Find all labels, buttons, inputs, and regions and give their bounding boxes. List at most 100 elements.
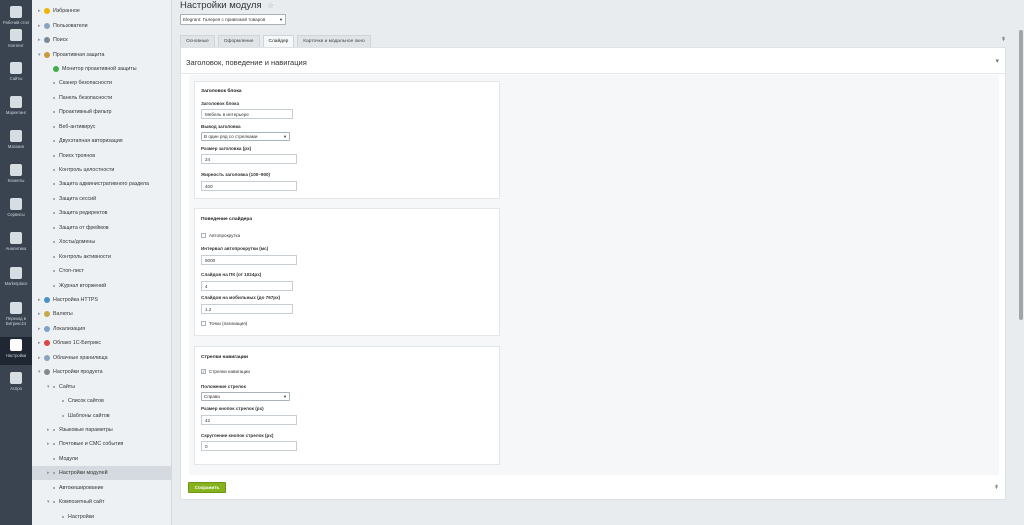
arrow-size-input[interactable]: 42 — [201, 415, 297, 425]
menu-item[interactable]: Сканер безопасности — [32, 76, 171, 90]
menu-item-label: Двухэтапная авторизация — [59, 138, 123, 145]
tab-appearance[interactable]: Оформление — [217, 35, 260, 47]
rail-item-2[interactable]: Сайты — [0, 60, 32, 86]
slides-pc-input[interactable]: 4 — [201, 281, 293, 291]
heading-size-input[interactable]: 24 — [201, 154, 297, 164]
heading-weight-input[interactable]: 400 — [201, 181, 297, 191]
main-content: Настройки модуля ☆ Elegrant: Галерея с п… — [172, 0, 1012, 525]
menu-item[interactable]: ▸ Языковые параметры — [32, 423, 171, 437]
menu-item[interactable]: ▸ Поиск — [32, 33, 171, 47]
menu-item-label: Проактивный фильтр — [59, 109, 112, 116]
menu-item[interactable]: Хосты/домены — [32, 235, 171, 249]
module-select[interactable]: Elegrant: Галерея с привязкой товаров ▼ — [180, 14, 286, 25]
bullet-icon — [53, 241, 55, 244]
nav-arrows-checkbox[interactable]: ✓ Стрелки навигации — [201, 369, 250, 374]
menu-item[interactable]: Веб-антивирус — [32, 120, 171, 134]
rail-item-label: Клиенты — [7, 178, 25, 183]
page-scrollbar[interactable] — [1018, 0, 1024, 525]
menu-item[interactable]: Монитор проактивной защиты — [32, 62, 171, 76]
menu-item-label: Настройки продукта — [53, 369, 103, 376]
rail-item-label: Магазин — [7, 144, 25, 149]
menu-item[interactable]: Журнал вторжений — [32, 278, 171, 292]
cloud-icon — [10, 267, 22, 279]
scrollbar-thumb[interactable] — [1019, 30, 1023, 320]
menu-item[interactable]: Шаблоны сайтов — [32, 408, 171, 422]
menu-item[interactable]: Настройки — [32, 509, 171, 523]
menu-item[interactable]: Автокеширование — [32, 481, 171, 495]
menu-item[interactable]: ▾ Сайты — [32, 379, 171, 393]
bullet-icon — [53, 183, 55, 186]
menu-item[interactable]: ▸ Пользователи — [32, 18, 171, 32]
rail-item-4[interactable]: Магазин — [0, 128, 32, 154]
rail-item-10[interactable]: Настройки — [0, 337, 32, 365]
dots-checkbox[interactable]: Точки (пагинация) — [201, 321, 247, 326]
menu-item-label: Композитный сайт — [59, 499, 105, 506]
menu-item[interactable]: Контроль целостности — [32, 163, 171, 177]
bullet-icon — [53, 96, 55, 99]
field-label: Жирность заголовка (100–900) — [201, 172, 271, 177]
menu-item[interactable]: ▸ Облако 1С-Битрикс — [32, 336, 171, 350]
rail-item-11[interactable]: Аспро — [0, 370, 32, 396]
menu-item[interactable]: Защита сессий — [32, 192, 171, 206]
tab-bar: Основные Оформление Слайдер Карточки и м… — [180, 35, 374, 47]
section-header: Заголовок, поведение и навигация ▾ — [181, 48, 1005, 74]
rail-item-5[interactable]: Клиенты — [0, 162, 32, 188]
rail-item-7[interactable]: Аналитика — [0, 230, 32, 256]
menu-item-label: Монитор проактивной защиты — [62, 65, 137, 72]
menu-item[interactable]: ▾ Настройки продукта — [32, 365, 171, 379]
arrows-position-select[interactable]: Справа ▼ — [201, 392, 290, 401]
menu-item[interactable]: Контроль активности — [32, 249, 171, 263]
menu-item[interactable]: ▸ Избранное — [32, 4, 171, 18]
menu-item[interactable]: Список сайтов — [32, 394, 171, 408]
heading-output-select[interactable]: В один ряд со стрелками ▼ — [201, 132, 290, 141]
bullet-icon — [62, 515, 64, 518]
pin-icon[interactable]: ⇞ — [1001, 36, 1006, 43]
menu-item[interactable]: Модули — [32, 452, 171, 466]
favorite-star-icon[interactable]: ☆ — [267, 1, 274, 10]
menu-item[interactable]: Защита административного раздела — [32, 177, 171, 191]
autoplay-interval-input[interactable]: 5000 — [201, 255, 297, 265]
target-icon — [10, 96, 22, 108]
currency-icon — [44, 311, 50, 318]
menu-item[interactable]: Поиск троянов — [32, 148, 171, 162]
rail-item-8[interactable]: Marketplace — [0, 265, 32, 291]
menu-item[interactable]: Панель безопасности — [32, 91, 171, 105]
tab-cards-modal[interactable]: Карточки и модальное окно — [297, 35, 371, 47]
heading-title-input[interactable]: Мебель в интерьере — [201, 109, 293, 119]
field-label: Размер кнопок стрелок (px) — [201, 406, 264, 411]
select-value: В один ряд со стрелками — [204, 134, 258, 139]
bullet-icon — [53, 472, 55, 475]
module-select-value: Elegrant: Галерея с привязкой товаров — [183, 17, 266, 22]
menu-item-label: Веб-антивирус — [59, 123, 96, 130]
bullet-icon — [53, 443, 55, 446]
pin-icon[interactable]: ⇞ — [994, 484, 999, 491]
rail-item-3[interactable]: Маркетинг — [0, 94, 32, 120]
menu-item[interactable]: ▸ Настройки модулей — [32, 466, 171, 481]
field-label: Скругление кнопок стрелок (px) — [201, 433, 274, 438]
slides-mobile-input[interactable]: 1.2 — [201, 304, 293, 314]
menu-item[interactable]: ▾ Проактивная защита — [32, 47, 171, 61]
collapse-chevron-icon[interactable]: ▾ — [995, 57, 999, 65]
menu-item[interactable]: ▸ Локализация — [32, 322, 171, 336]
autoplay-checkbox[interactable]: Автопрокрутка — [201, 233, 240, 238]
rail-item-6[interactable]: Сервисы — [0, 196, 32, 222]
menu-item[interactable]: Двухэтапная авторизация — [32, 134, 171, 148]
rail-item-9[interactable]: Переход в Битрикс24 — [0, 300, 32, 326]
menu-item[interactable]: ▸ Настройка HTTPS — [32, 293, 171, 307]
save-button[interactable]: Сохранить — [188, 482, 226, 493]
calendar-24-icon — [10, 62, 22, 74]
menu-item[interactable]: Защита редиректов — [32, 206, 171, 220]
locale-icon — [44, 325, 50, 332]
menu-item[interactable]: Стоп-лист — [32, 264, 171, 278]
menu-item[interactable]: Проактивный фильтр — [32, 105, 171, 119]
menu-item[interactable]: Защита от фреймов — [32, 221, 171, 235]
bullet-icon — [53, 226, 55, 229]
menu-item[interactable]: ▸ Валюты — [32, 307, 171, 321]
rail-item-1[interactable]: Контент — [0, 27, 32, 53]
menu-item[interactable]: ▾ Композитный сайт — [32, 495, 171, 509]
arrow-radius-input[interactable]: 0 — [201, 441, 297, 451]
menu-item[interactable]: ▸ Почтовые и СМС события — [32, 437, 171, 451]
tab-main[interactable]: Основные — [180, 35, 215, 47]
tab-slider[interactable]: Слайдер — [262, 35, 295, 47]
menu-item[interactable]: ▸ Облачные хранилища — [32, 351, 171, 365]
